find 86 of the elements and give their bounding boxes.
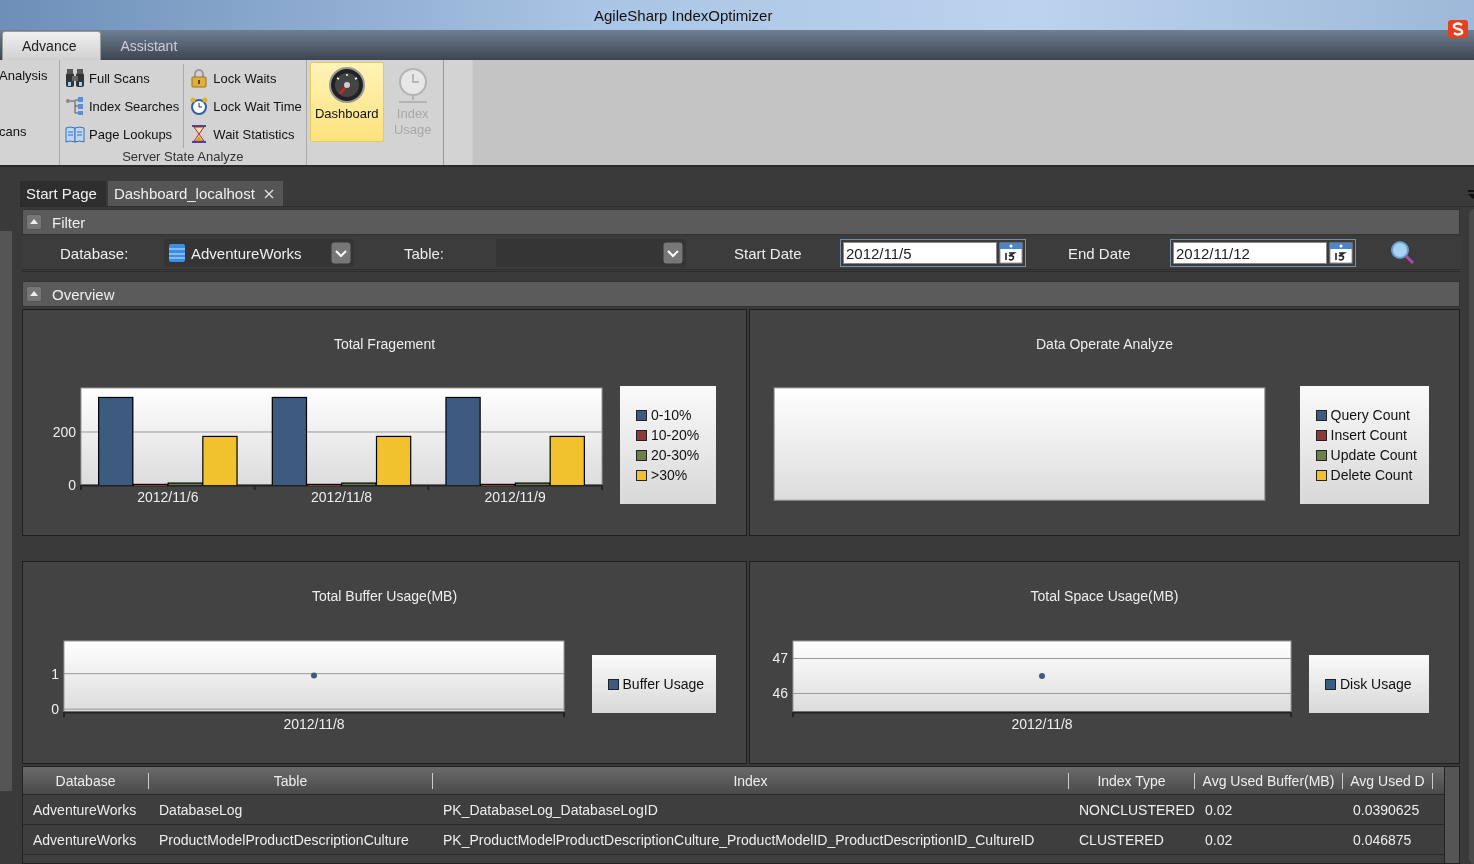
field-label: Table: bbox=[404, 244, 446, 262]
ribbon-tab[interactable]: Assistant bbox=[101, 32, 202, 60]
ribbon-button[interactable]: Full Scans bbox=[65, 64, 180, 92]
table-cell-text: DatabaseLog bbox=[158, 801, 244, 818]
ribbon-button[interactable]: Page Lookups bbox=[65, 120, 180, 148]
axis-label: 2012/11/8 bbox=[1011, 716, 1073, 732]
alarm-clock-icon bbox=[189, 96, 210, 116]
scrollbar[interactable] bbox=[1444, 767, 1459, 863]
ribbon-item[interactable]: cans bbox=[0, 124, 59, 139]
field-label: End Date bbox=[1068, 244, 1132, 262]
book-icon bbox=[65, 124, 85, 144]
ribbon-button[interactable]: Lock Wait Time bbox=[189, 92, 302, 120]
table-cell-text: 0.02 bbox=[1204, 801, 1234, 818]
collapse-button-icon[interactable] bbox=[26, 214, 42, 230]
data-point bbox=[311, 672, 317, 679]
legend-label: Disk Usage bbox=[1340, 676, 1412, 692]
document-tab[interactable]: Dashboard_localhost bbox=[107, 181, 283, 206]
chart-title: Total Space Usage(MB) bbox=[1030, 588, 1179, 606]
padlock-icon bbox=[189, 68, 210, 88]
legend-label: 10-20% bbox=[651, 427, 700, 443]
gauge-icon bbox=[327, 66, 366, 104]
binoculars-icon bbox=[65, 68, 85, 88]
axis-label: 2012/11/8 bbox=[283, 716, 345, 732]
axis-label: 0 bbox=[51, 701, 59, 718]
collapse-button-icon[interactable] bbox=[26, 286, 42, 302]
database-icon bbox=[168, 243, 186, 263]
table-cell-text: AdventureWorks bbox=[32, 831, 138, 848]
column-header[interactable]: Avg Used D bbox=[1343, 772, 1433, 789]
field-label: Start Date bbox=[734, 244, 803, 262]
ribbon-large-button[interactable]: Dashboard bbox=[309, 62, 384, 142]
column-header[interactable]: Index Type bbox=[1069, 772, 1195, 789]
axis-label: 47 bbox=[772, 650, 788, 667]
close-icon[interactable] bbox=[263, 188, 274, 199]
ribbon-button[interactable]: Wait Statistics bbox=[189, 120, 302, 148]
chart-title: Total Fragement bbox=[333, 336, 436, 354]
axis-label: 0 bbox=[68, 477, 76, 493]
column-header[interactable]: Avg Used Buffer(MB) bbox=[1195, 772, 1343, 789]
axis-label: 2012/11/6 bbox=[137, 489, 199, 505]
chart-title: Data Operate Analyze bbox=[1036, 336, 1173, 354]
node-tree-icon bbox=[65, 96, 85, 116]
table-cell-text: PK_ProductModelProductDescriptionCulture_ProductModelID_ProductDescriptionID_CultureID bbox=[442, 831, 1036, 848]
table-cell-text: 0.02 bbox=[1204, 831, 1234, 848]
column-header[interactable]: Index bbox=[433, 772, 1069, 789]
calendar-icon[interactable] bbox=[999, 242, 1023, 264]
legend-label: Insert Count bbox=[1330, 427, 1407, 443]
field-label: Database: bbox=[60, 244, 130, 262]
axis-label: 2012/11/9 bbox=[484, 489, 546, 505]
ribbon-button[interactable]: Index Searches bbox=[65, 92, 180, 120]
section-title: Overview bbox=[52, 285, 115, 303]
calendar-icon[interactable] bbox=[1329, 242, 1353, 264]
s-logo-icon bbox=[1448, 20, 1468, 38]
group-label: Server State Analyze bbox=[121, 149, 245, 164]
ribbon-button[interactable]: Lock Waits bbox=[189, 64, 302, 92]
table-cell-text: 0.046875 bbox=[1352, 831, 1413, 848]
date-field[interactable]: 2012/11/5 bbox=[843, 242, 997, 264]
database-dropdown[interactable]: AdventureWorks bbox=[164, 239, 354, 267]
search-icon[interactable] bbox=[1390, 240, 1416, 266]
data-point bbox=[1039, 673, 1045, 679]
document-tab[interactable]: Start Page bbox=[20, 181, 106, 206]
legend-label: Buffer Usage bbox=[622, 676, 704, 692]
column-header[interactable]: Database bbox=[23, 772, 149, 789]
legend-label: 0-10% bbox=[651, 407, 692, 423]
section-title: Filter bbox=[52, 213, 86, 231]
legend-label: 20-30% bbox=[651, 447, 700, 463]
axis-label: 200 bbox=[52, 424, 76, 440]
chart-title: Total Buffer Usage(MB) bbox=[311, 588, 458, 606]
legend-label: Query Count bbox=[1330, 407, 1410, 423]
table-cell-text: PK_DatabaseLog_DatabaseLogID bbox=[442, 801, 659, 818]
legend-label: Update Count bbox=[1330, 447, 1417, 463]
axis-label: 46 bbox=[772, 685, 788, 702]
legend-label: >30% bbox=[651, 467, 688, 483]
date-field[interactable]: 2012/11/12 bbox=[1173, 242, 1327, 264]
table-cell-text: AdventureWorks bbox=[32, 801, 138, 818]
table-cell-text: NONCLUSTERED bbox=[1078, 801, 1195, 818]
table-cell-text: ProductModelProductDescriptionCulture bbox=[158, 831, 410, 848]
table-cell-text: CLUSTERED bbox=[1078, 831, 1165, 848]
table-cell-text: 0.0390625 bbox=[1352, 801, 1421, 818]
chevron-down-icon bbox=[331, 242, 351, 264]
table-dropdown[interactable] bbox=[496, 239, 686, 267]
axis-label: 2012/11/8 bbox=[310, 489, 373, 505]
legend-label: Delete Count bbox=[1330, 467, 1413, 483]
chevron-down-icon bbox=[663, 242, 683, 264]
window-title: AgileSharp IndexOptimizer bbox=[594, 6, 773, 24]
ribbon-tab[interactable]: Advance bbox=[2, 31, 102, 60]
column-header[interactable]: Table bbox=[149, 772, 433, 789]
axis-label: 1 bbox=[51, 665, 59, 682]
